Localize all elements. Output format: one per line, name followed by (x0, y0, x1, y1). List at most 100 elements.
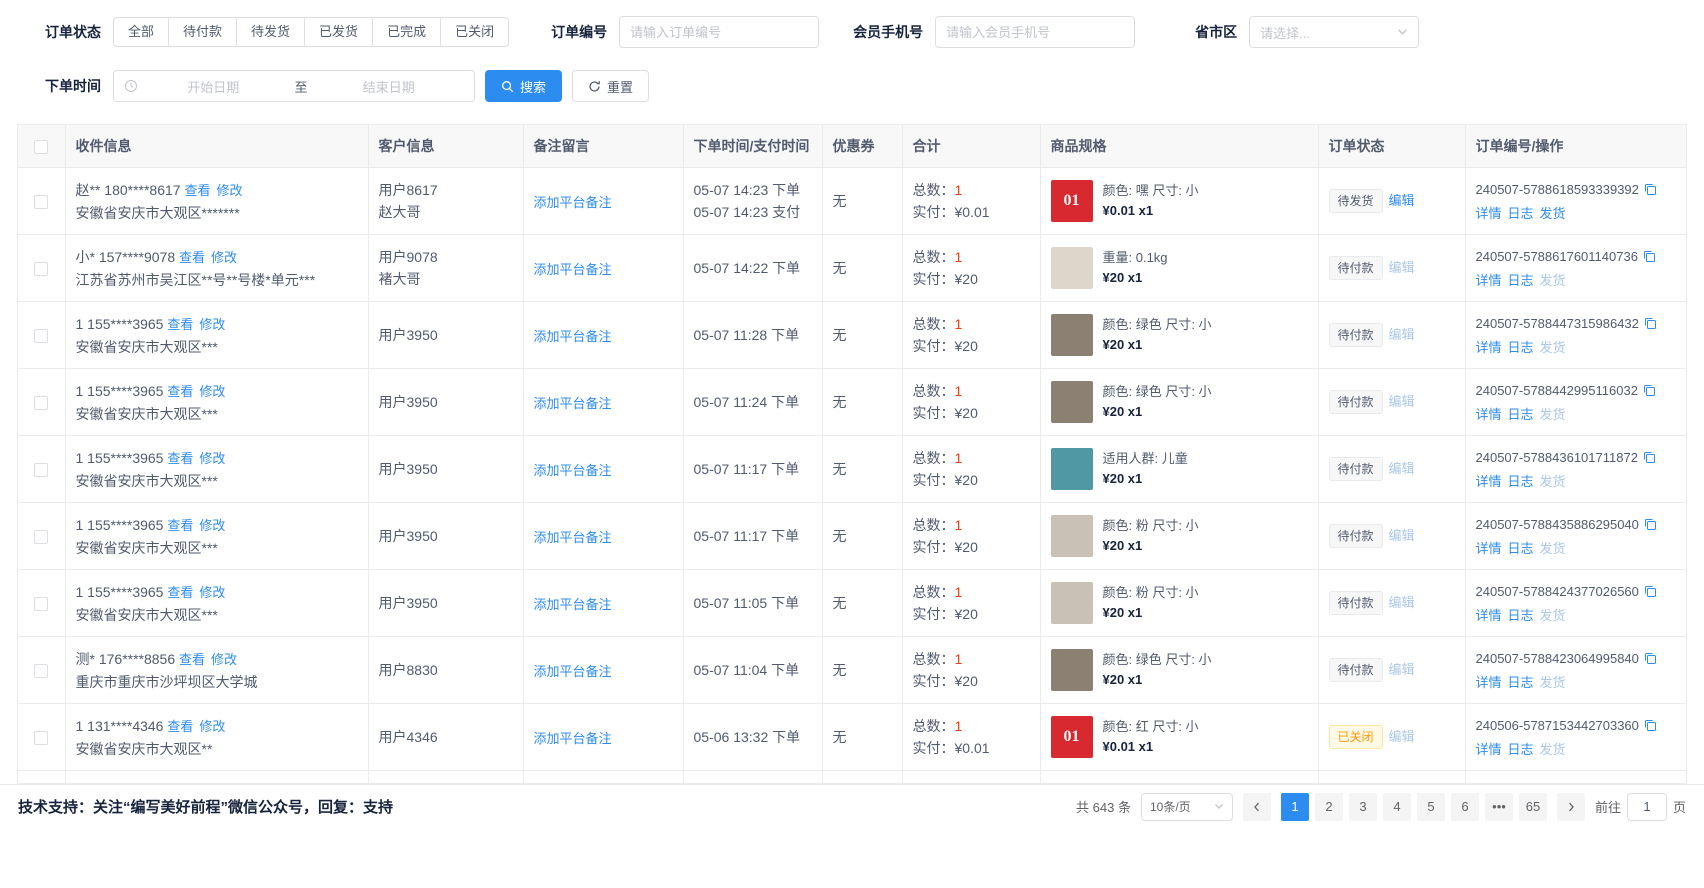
modify-link[interactable]: 修改 (211, 250, 237, 265)
modify-link[interactable]: 修改 (199, 518, 225, 533)
row-checkbox[interactable] (34, 530, 48, 544)
view-link[interactable]: 查看 (167, 317, 193, 332)
view-link[interactable]: 查看 (167, 719, 193, 734)
ship-link[interactable]: 发货 (1540, 206, 1566, 221)
ship-link[interactable]: 发货 (1540, 474, 1566, 489)
status-tab-closed[interactable]: 已关闭 (440, 17, 509, 47)
modify-link[interactable]: 修改 (199, 585, 225, 600)
edit-order-link[interactable]: 编辑 (1389, 729, 1415, 744)
view-link[interactable]: 查看 (167, 384, 193, 399)
page-button[interactable]: 2 (1315, 793, 1343, 821)
copy-icon[interactable] (1643, 515, 1657, 537)
page-ellipsis-button[interactable]: ••• (1485, 793, 1513, 821)
next-page-button[interactable] (1557, 793, 1585, 821)
ship-link[interactable]: 发货 (1540, 608, 1566, 623)
detail-link[interactable]: 详情 (1476, 273, 1502, 288)
row-checkbox[interactable] (34, 195, 48, 209)
copy-icon[interactable] (1642, 448, 1656, 470)
page-button[interactable]: 6 (1451, 793, 1479, 821)
edit-order-link[interactable]: 编辑 (1389, 662, 1415, 677)
row-checkbox[interactable] (34, 396, 48, 410)
detail-link[interactable]: 详情 (1476, 608, 1502, 623)
prev-page-button[interactable] (1243, 793, 1271, 821)
goto-page-input[interactable] (1627, 793, 1667, 821)
add-note-link[interactable]: 添加平台备注 (534, 664, 612, 679)
add-note-link[interactable]: 添加平台备注 (534, 396, 612, 411)
edit-order-link[interactable]: 编辑 (1389, 461, 1415, 476)
page-button[interactable]: 65 (1519, 793, 1547, 821)
page-button[interactable]: 1 (1281, 793, 1309, 821)
log-link[interactable]: 日志 (1508, 407, 1534, 422)
row-checkbox[interactable] (34, 597, 48, 611)
log-link[interactable]: 日志 (1508, 742, 1534, 757)
log-link[interactable]: 日志 (1508, 541, 1534, 556)
copy-icon[interactable] (1643, 716, 1657, 738)
copy-icon[interactable] (1643, 582, 1657, 604)
add-note-link[interactable]: 添加平台备注 (534, 731, 612, 746)
copy-icon[interactable] (1643, 180, 1657, 202)
copy-icon[interactable] (1642, 247, 1656, 269)
ship-link[interactable]: 发货 (1540, 742, 1566, 757)
phone-input[interactable] (935, 16, 1135, 48)
ship-link[interactable]: 发货 (1540, 273, 1566, 288)
detail-link[interactable]: 详情 (1476, 742, 1502, 757)
status-tab-pending-ship[interactable]: 待发货 (236, 17, 305, 47)
row-checkbox[interactable] (34, 329, 48, 343)
modify-link[interactable]: 修改 (217, 183, 243, 198)
select-all-checkbox[interactable] (34, 140, 48, 154)
ship-link[interactable]: 发货 (1540, 675, 1566, 690)
view-link[interactable]: 查看 (167, 585, 193, 600)
log-link[interactable]: 日志 (1508, 608, 1534, 623)
copy-icon[interactable] (1642, 381, 1656, 403)
log-link[interactable]: 日志 (1508, 206, 1534, 221)
detail-link[interactable]: 详情 (1476, 206, 1502, 221)
copy-icon[interactable] (1643, 314, 1657, 336)
add-note-link[interactable]: 添加平台备注 (534, 530, 612, 545)
add-note-link[interactable]: 添加平台备注 (534, 597, 612, 612)
edit-order-link[interactable]: 编辑 (1389, 394, 1415, 409)
status-tab-pending-pay[interactable]: 待付款 (168, 17, 237, 47)
modify-link[interactable]: 修改 (199, 719, 225, 734)
view-link[interactable]: 查看 (167, 518, 193, 533)
add-note-link[interactable]: 添加平台备注 (534, 329, 612, 344)
page-size-select[interactable]: 10条/页 (1141, 793, 1233, 821)
detail-link[interactable]: 详情 (1476, 340, 1502, 355)
status-tab-completed[interactable]: 已完成 (372, 17, 441, 47)
modify-link[interactable]: 修改 (199, 384, 225, 399)
log-link[interactable]: 日志 (1508, 675, 1534, 690)
ship-link[interactable]: 发货 (1540, 407, 1566, 422)
search-button[interactable]: 搜索 (485, 70, 562, 102)
log-link[interactable]: 日志 (1508, 273, 1534, 288)
page-button[interactable]: 4 (1383, 793, 1411, 821)
row-checkbox[interactable] (34, 262, 48, 276)
detail-link[interactable]: 详情 (1476, 407, 1502, 422)
row-checkbox[interactable] (34, 463, 48, 477)
ship-link[interactable]: 发货 (1540, 340, 1566, 355)
edit-order-link[interactable]: 编辑 (1389, 595, 1415, 610)
detail-link[interactable]: 详情 (1476, 541, 1502, 556)
copy-icon[interactable] (1643, 649, 1657, 671)
view-link[interactable]: 查看 (184, 183, 210, 198)
edit-order-link[interactable]: 编辑 (1389, 528, 1415, 543)
edit-order-link[interactable]: 编辑 (1389, 260, 1415, 275)
log-link[interactable]: 日志 (1508, 340, 1534, 355)
add-note-link[interactable]: 添加平台备注 (534, 463, 612, 478)
modify-link[interactable]: 修改 (211, 652, 237, 667)
view-link[interactable]: 查看 (167, 451, 193, 466)
log-link[interactable]: 日志 (1508, 474, 1534, 489)
add-note-link[interactable]: 添加平台备注 (534, 195, 612, 210)
detail-link[interactable]: 详情 (1476, 474, 1502, 489)
reset-button[interactable]: 重置 (572, 70, 649, 102)
order-no-input[interactable] (619, 16, 819, 48)
ship-link[interactable]: 发货 (1540, 541, 1566, 556)
date-range-picker[interactable]: 开始日期 至 结束日期 (113, 70, 475, 102)
view-link[interactable]: 查看 (179, 652, 205, 667)
add-note-link[interactable]: 添加平台备注 (534, 262, 612, 277)
status-tab-all[interactable]: 全部 (113, 17, 169, 47)
page-button[interactable]: 3 (1349, 793, 1377, 821)
row-checkbox[interactable] (34, 664, 48, 678)
status-tab-shipped[interactable]: 已发货 (304, 17, 373, 47)
detail-link[interactable]: 详情 (1476, 675, 1502, 690)
page-button[interactable]: 5 (1417, 793, 1445, 821)
view-link[interactable]: 查看 (179, 250, 205, 265)
